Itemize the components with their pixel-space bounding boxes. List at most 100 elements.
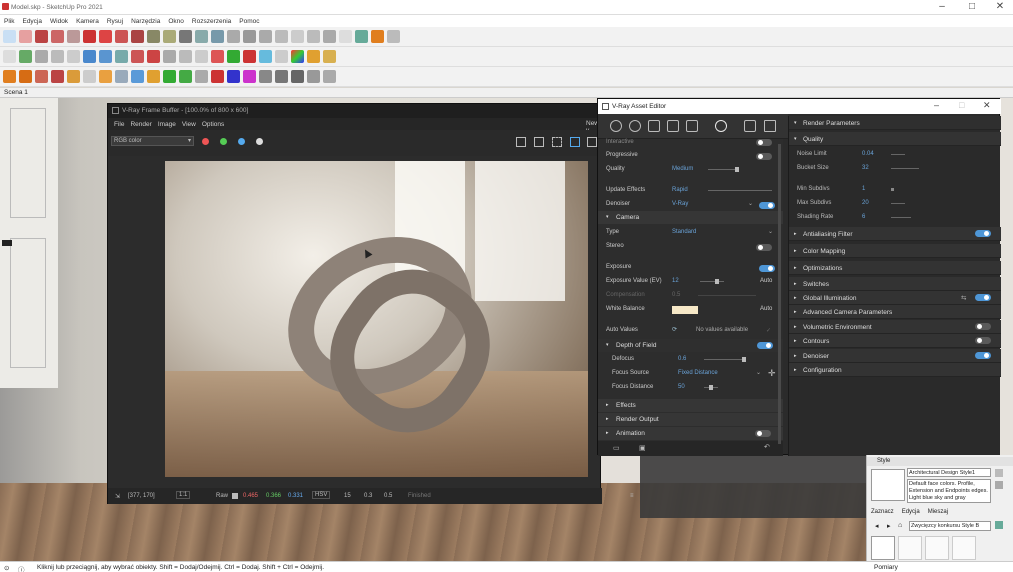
style-collection-select[interactable]: Zwycięzcy konkursu Style B bbox=[909, 521, 991, 531]
materials-icon[interactable] bbox=[610, 120, 622, 132]
editor-minimize-icon[interactable]: – bbox=[934, 100, 939, 110]
grid-icon[interactable] bbox=[99, 50, 112, 63]
view-iso-icon[interactable] bbox=[227, 30, 240, 43]
vray-interactive-icon[interactable] bbox=[35, 70, 48, 83]
menu-rozszerzenia[interactable]: Rozszerzenia bbox=[192, 18, 231, 25]
section-denoiser[interactable]: ▸ Denoiser bbox=[789, 349, 1001, 363]
progressive-toggle[interactable] bbox=[756, 153, 772, 160]
render-parameters-header[interactable]: ▾ Render Parameters bbox=[789, 116, 1001, 130]
exposure-slider-track[interactable] bbox=[700, 281, 724, 282]
menu-okno[interactable]: Okno bbox=[168, 18, 184, 25]
refresh-icon[interactable] bbox=[291, 70, 304, 83]
fb-menu-file[interactable]: File bbox=[114, 121, 124, 128]
min-subdivs-slider[interactable] bbox=[891, 188, 894, 191]
white-balance-swatch[interactable] bbox=[672, 306, 698, 314]
paint-icon[interactable] bbox=[35, 50, 48, 63]
vray-camera-icon[interactable] bbox=[115, 70, 128, 83]
intersect-icon[interactable] bbox=[131, 50, 144, 63]
zoom-select[interactable]: 1:1 bbox=[176, 491, 191, 499]
select-tool-icon[interactable] bbox=[3, 30, 16, 43]
stamp-icon[interactable] bbox=[115, 50, 128, 63]
move-icon[interactable] bbox=[99, 30, 112, 43]
section-color-mapping[interactable]: ▸ Color Mapping bbox=[789, 244, 1001, 258]
frame-buffer-icon[interactable] bbox=[764, 120, 776, 132]
rendered-image[interactable] bbox=[165, 161, 588, 477]
clear-image-icon[interactable] bbox=[534, 137, 544, 147]
section-advanced-camera[interactable]: ▸ Advanced Camera Parameters bbox=[789, 305, 1001, 319]
section-render-output[interactable]: ▸ Render Output bbox=[598, 413, 783, 426]
comment-icon[interactable] bbox=[275, 50, 288, 63]
create-style-icon[interactable] bbox=[995, 481, 1003, 489]
log-icon[interactable]: ≡ bbox=[630, 493, 634, 499]
refresh-icon[interactable]: ⟳ bbox=[672, 326, 677, 333]
color-icon[interactable] bbox=[291, 50, 304, 63]
photo-icon[interactable] bbox=[259, 50, 272, 63]
vray-render-start-icon[interactable] bbox=[19, 70, 32, 83]
section-effects[interactable]: ▸ Effects bbox=[598, 399, 783, 412]
view-right-icon[interactable] bbox=[275, 30, 288, 43]
denoiser-toggle[interactable] bbox=[759, 202, 775, 209]
style-thumb-4[interactable] bbox=[952, 536, 976, 560]
vray-play-icon[interactable] bbox=[99, 70, 112, 83]
menu-rysuj[interactable]: Rysuj bbox=[107, 18, 123, 25]
select-arrow-icon[interactable] bbox=[3, 50, 16, 63]
left-panel-scrollbar[interactable] bbox=[778, 144, 781, 444]
bucket-size-slider[interactable] bbox=[891, 168, 919, 169]
animation-toggle[interactable] bbox=[755, 430, 771, 437]
component-icon[interactable] bbox=[19, 50, 32, 63]
menu-plik[interactable]: Plik bbox=[4, 18, 14, 25]
view-front-icon[interactable] bbox=[259, 30, 272, 43]
push-pull-icon[interactable] bbox=[83, 30, 96, 43]
rectangle-icon[interactable] bbox=[67, 50, 80, 63]
color-space-select[interactable]: HSV bbox=[312, 491, 331, 499]
maximize-icon[interactable]: □ bbox=[962, 1, 982, 12]
rotate-icon[interactable] bbox=[115, 30, 128, 43]
vray-batch-icon[interactable] bbox=[83, 70, 96, 83]
region-render-icon[interactable] bbox=[552, 137, 562, 147]
red-box-icon[interactable] bbox=[211, 70, 224, 83]
blue-box-icon[interactable] bbox=[227, 70, 240, 83]
union-icon[interactable] bbox=[147, 50, 160, 63]
shading-rate-slider[interactable] bbox=[891, 217, 911, 218]
vray-proxy-icon[interactable] bbox=[163, 70, 176, 83]
menu-edycja[interactable]: Edycja bbox=[22, 18, 42, 25]
geometry-icon[interactable] bbox=[648, 120, 660, 132]
minimize-icon[interactable]: – bbox=[932, 1, 952, 12]
settings-gear-icon[interactable] bbox=[715, 120, 727, 132]
open-folder-icon[interactable]: ▭ bbox=[613, 444, 620, 452]
section-animation[interactable]: ▸ Animation bbox=[598, 427, 783, 440]
section-camera[interactable]: ▾ Camera bbox=[598, 211, 783, 224]
revert-icon[interactable]: ↶ bbox=[764, 443, 770, 451]
styles-header[interactable]: Style bbox=[867, 457, 1013, 466]
red-channel-icon[interactable] bbox=[202, 138, 209, 145]
track-mouse-icon[interactable] bbox=[570, 137, 580, 147]
shaded-icon[interactable] bbox=[339, 30, 352, 43]
align-icon[interactable] bbox=[323, 70, 336, 83]
lights-icon[interactable] bbox=[629, 120, 641, 132]
section-global-illumination[interactable]: ▸ Global Illumination ⇆ bbox=[789, 291, 1001, 305]
tape-icon[interactable] bbox=[147, 30, 160, 43]
fb-menu-view[interactable]: View bbox=[182, 121, 196, 128]
save-image-icon[interactable] bbox=[516, 137, 526, 147]
forward-arrow-icon[interactable]: ▸ bbox=[887, 522, 891, 530]
track-pixel-icon[interactable]: ⇲ bbox=[115, 493, 120, 500]
exposure-toggle[interactable] bbox=[759, 265, 775, 272]
vray-cloud-icon[interactable] bbox=[51, 70, 64, 83]
extension-icon[interactable] bbox=[355, 30, 368, 43]
gi-toggle[interactable] bbox=[975, 294, 991, 301]
section-depth-of-field[interactable]: ▾ Depth of Field bbox=[598, 339, 783, 352]
max-subdivs-slider[interactable] bbox=[891, 203, 905, 204]
fb-menu-render[interactable]: Render bbox=[130, 121, 151, 128]
stereo-toggle[interactable] bbox=[756, 244, 772, 251]
section-icon[interactable] bbox=[291, 30, 304, 43]
vray-sun-icon[interactable] bbox=[147, 70, 160, 83]
style-thumb-1[interactable] bbox=[871, 536, 895, 560]
chevron-down-icon[interactable]: ⌄ bbox=[756, 369, 761, 376]
wireframe-icon[interactable] bbox=[323, 30, 336, 43]
section-configuration[interactable]: ▸ Configuration bbox=[789, 363, 1001, 377]
style-thumb-2[interactable] bbox=[898, 536, 922, 560]
warehouse-icon[interactable] bbox=[243, 50, 256, 63]
layout-icon[interactable] bbox=[387, 30, 400, 43]
render-teapot-icon[interactable] bbox=[744, 120, 756, 132]
update-effects-slider[interactable] bbox=[708, 190, 772, 191]
